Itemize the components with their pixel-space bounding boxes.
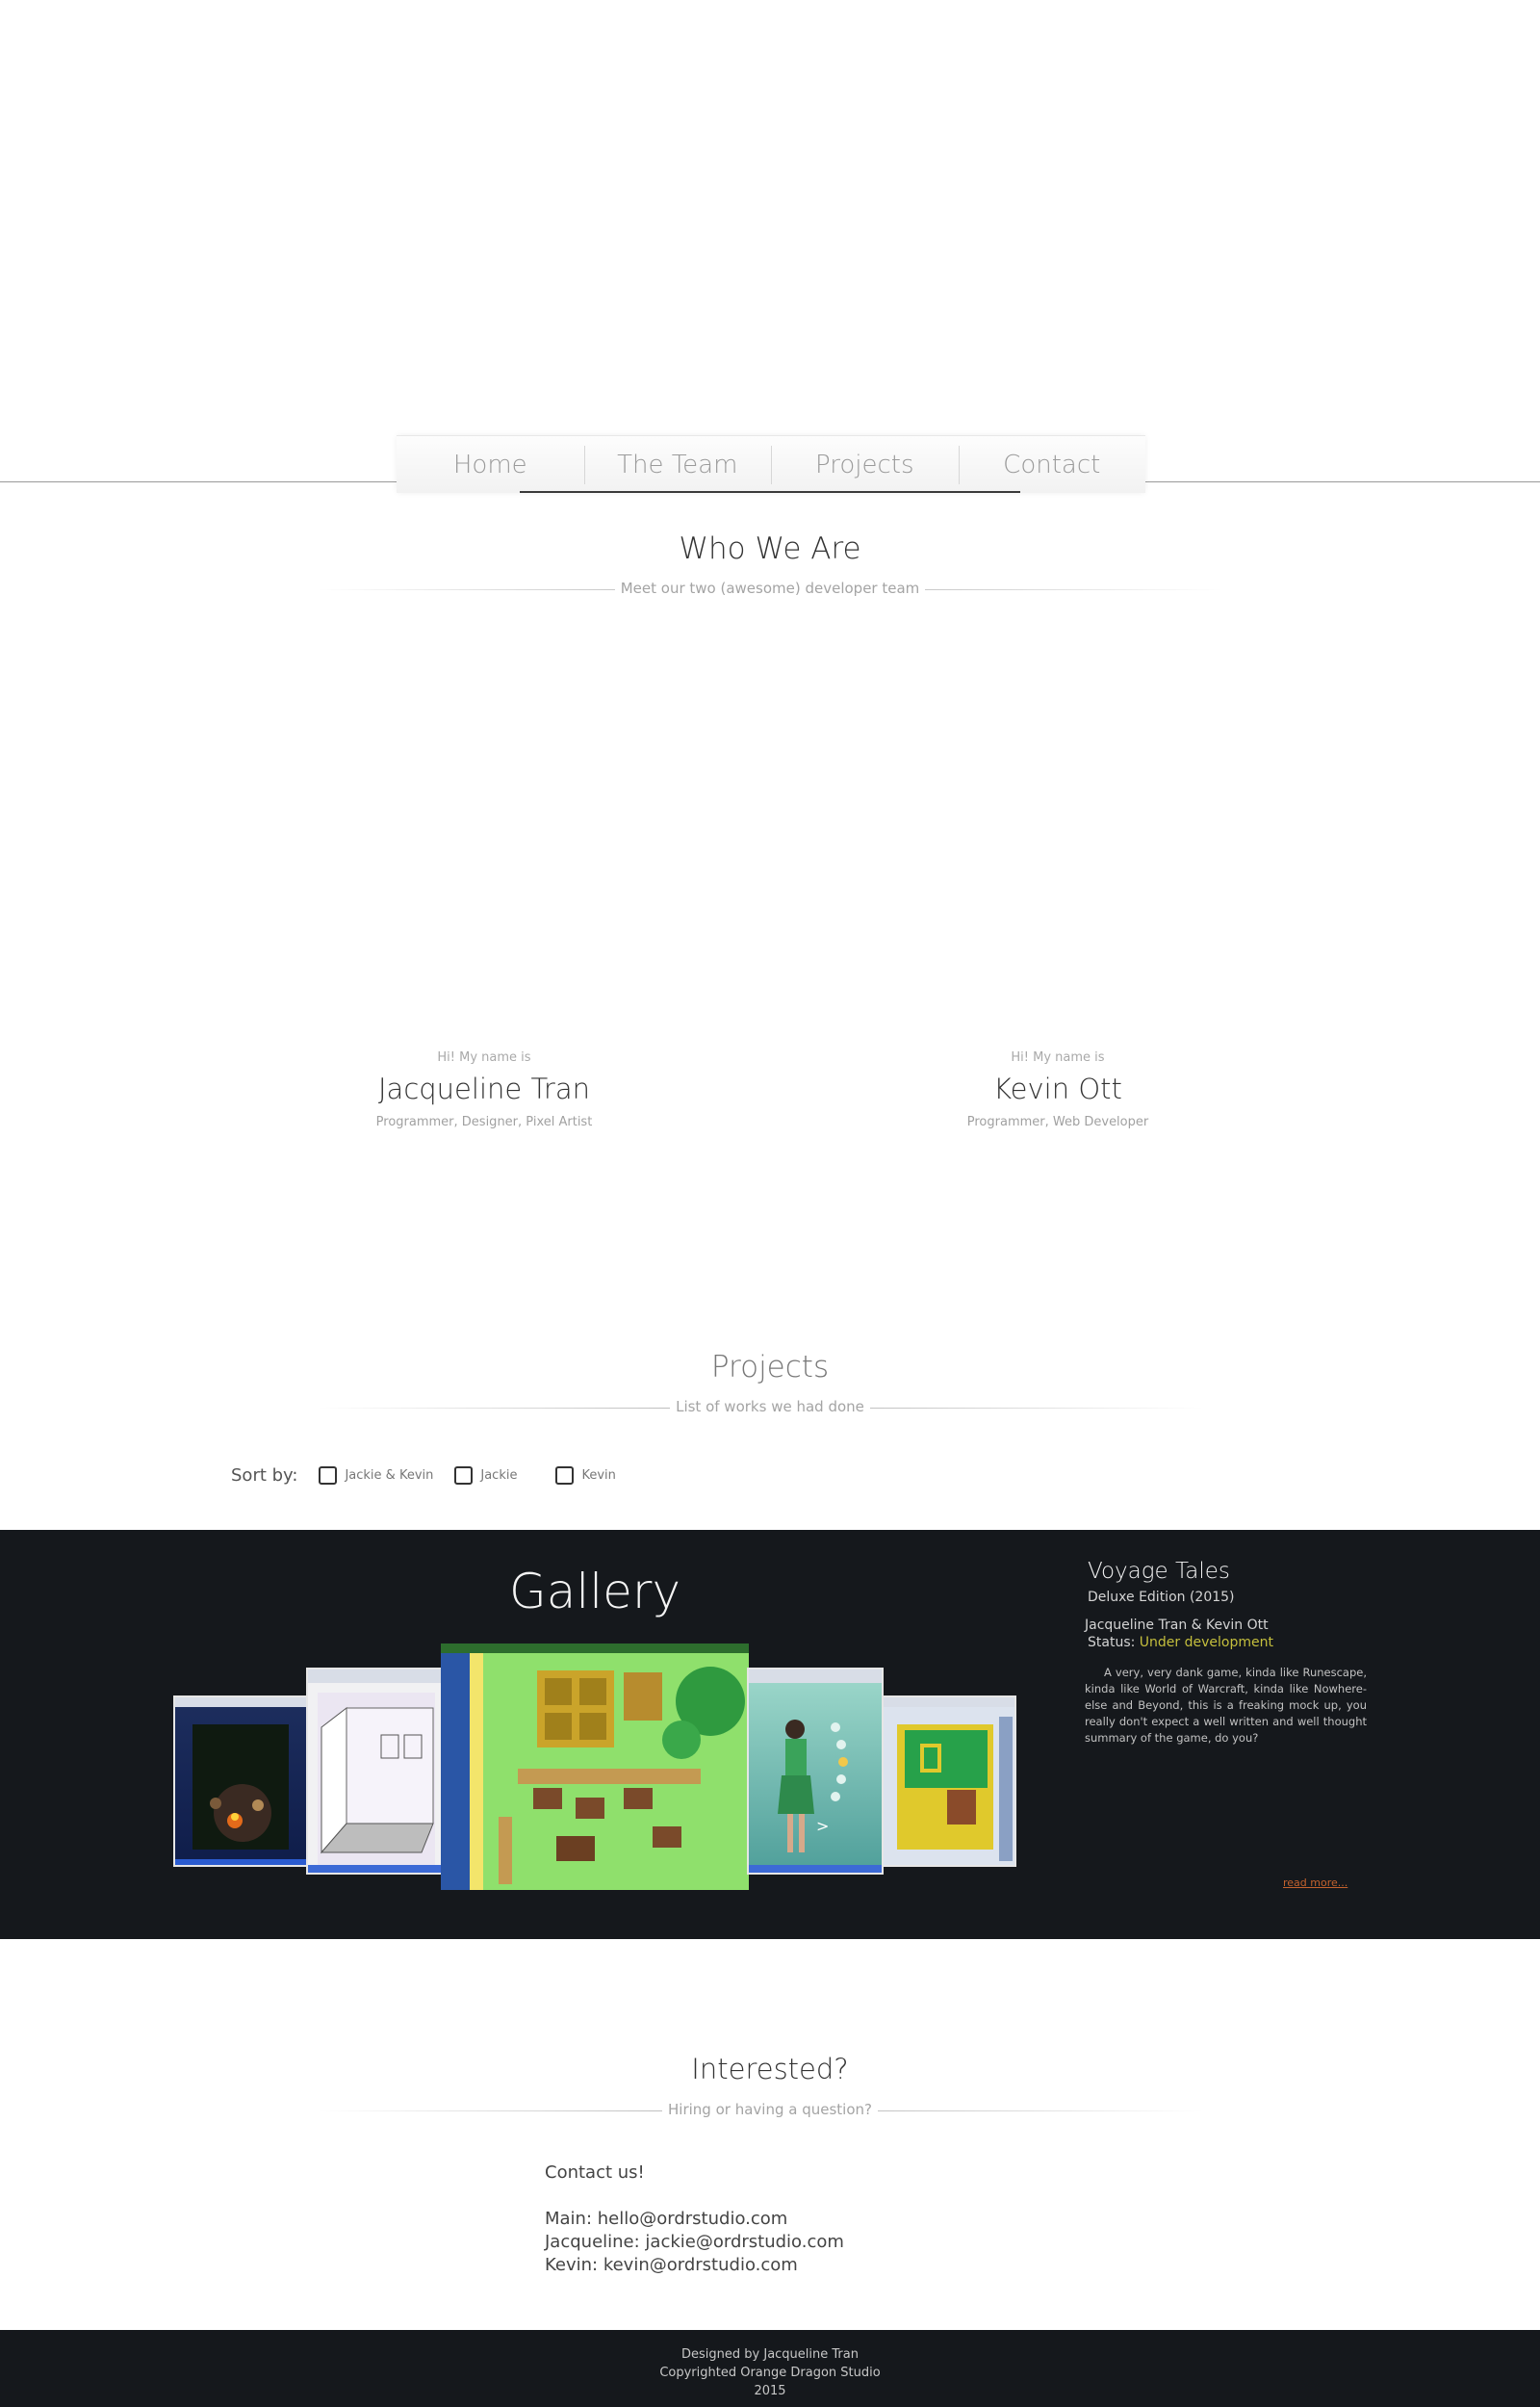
nav-the-team[interactable]: The Team (583, 436, 772, 493)
character-creator-image: > (749, 1720, 882, 1873)
gallery-title: Gallery (508, 1564, 681, 1619)
sort-label: Sort by: (231, 1465, 298, 1486)
contact-title: Interested? (691, 2053, 849, 2085)
project-description: A very, very dank game, kinda like Runes… (1085, 1666, 1367, 1745)
window-titlebar (175, 1697, 306, 1707)
window-titlebar (308, 1669, 441, 1683)
isometric-room-image (308, 1693, 441, 1873)
filter-kevin[interactable]: Kevin (555, 1466, 616, 1485)
gallery-thumbnail-level-editor[interactable] (882, 1695, 1016, 1867)
team-subtitle: Meet our two (awesome) developer team (614, 580, 926, 597)
window-titlebar (749, 1669, 882, 1683)
projects-subtitle: List of works we had done (670, 1398, 870, 1415)
contact-intro: Contact us! (545, 2162, 645, 2183)
project-status: Status: Under development (1088, 1635, 1273, 1650)
gallery-thumbnail-campfire[interactable] (173, 1695, 308, 1867)
member-greeting: Hi! My name is (1011, 1050, 1105, 1065)
campfire-scene-image (175, 1724, 306, 1865)
member-role: Programmer, Web Developer (966, 1115, 1149, 1129)
contact-block: Contact us! Main: hello@ordrstudio.com J… (545, 2161, 844, 2277)
main-nav: Home The Team Projects Contact (397, 435, 1145, 493)
member-greeting: Hi! My name is (437, 1050, 531, 1065)
gallery-thumbnail-character-creator[interactable]: > (747, 1668, 884, 1875)
filter-label: Kevin (581, 1468, 616, 1483)
checkbox[interactable] (555, 1466, 575, 1485)
filter-jackie-kevin[interactable]: Jackie & Kevin (319, 1466, 433, 1485)
member-name: Jacqueline Tran (378, 1073, 590, 1105)
member-name: Kevin Ott (993, 1073, 1122, 1105)
gallery-thumbnail-isometric-room[interactable] (306, 1668, 443, 1875)
nav-active-underline (520, 491, 1020, 493)
projects-subtitle-wrap: List of works we had done (0, 1398, 1540, 1415)
contact-main-email[interactable]: Main: hello@ordrstudio.com (545, 2208, 844, 2231)
project-authors: Jacqueline Tran & Kevin Ott (1085, 1618, 1269, 1633)
level-editor-image (884, 1707, 1014, 1865)
footer-year: 2015 (754, 2384, 786, 2398)
gallery-section: Gallery > Voyage Tales Deluxe Edition (2… (0, 1530, 1540, 1939)
nav-home[interactable]: Home (397, 436, 584, 493)
gallery-thumbnail-pixel-village[interactable] (441, 1643, 749, 1890)
contact-subtitle-wrap: Hiring or having a question? (0, 2101, 1540, 2118)
status-value: Under development (1139, 1635, 1273, 1650)
team-title: Who We Are (679, 531, 861, 566)
nav-projects[interactable]: Projects (771, 436, 959, 493)
svg-text:>: > (816, 1817, 829, 1835)
filter-jackie[interactable]: Jackie (454, 1466, 517, 1485)
checkbox[interactable] (454, 1466, 474, 1485)
projects-title: Projects (710, 1350, 830, 1385)
team-subtitle-wrap: Meet our two (awesome) developer team (0, 580, 1540, 597)
sort-controls: Sort by: Jackie & Kevin Jackie Kevin (231, 1465, 637, 1486)
filter-label: Jackie (480, 1468, 518, 1483)
footer-designer: Designed by Jacqueline Tran (681, 2347, 859, 2362)
member-card-jacqueline: Hi! My name is Jacqueline Tran Programme… (292, 1050, 677, 1129)
contact-jacqueline-email[interactable]: Jacqueline: jackie@ordrstudio.com (545, 2231, 844, 2254)
footer: Designed by Jacqueline Tran Copyrighted … (0, 2330, 1540, 2407)
window-titlebar (884, 1697, 1014, 1707)
checkbox[interactable] (319, 1466, 338, 1485)
contact-kevin-email[interactable]: Kevin: kevin@ordrstudio.com (545, 2254, 844, 2277)
project-edition: Deluxe Edition (2015) (1088, 1590, 1235, 1605)
pixel-village-map-image (441, 1643, 749, 1890)
nav-contact[interactable]: Contact (958, 436, 1146, 493)
project-title: Voyage Tales (1088, 1559, 1230, 1584)
status-label: Status: (1088, 1635, 1136, 1650)
contact-subtitle: Hiring or having a question? (662, 2101, 878, 2118)
read-more-link[interactable]: read more... (1283, 1876, 1348, 1889)
filter-label: Jackie & Kevin (345, 1468, 434, 1483)
footer-copyright: Copyrighted Orange Dragon Studio (659, 2366, 881, 2380)
member-role: Programmer, Designer, Pixel Artist (375, 1115, 593, 1129)
member-card-kevin: Hi! My name is Kevin Ott Programmer, Web… (865, 1050, 1250, 1129)
